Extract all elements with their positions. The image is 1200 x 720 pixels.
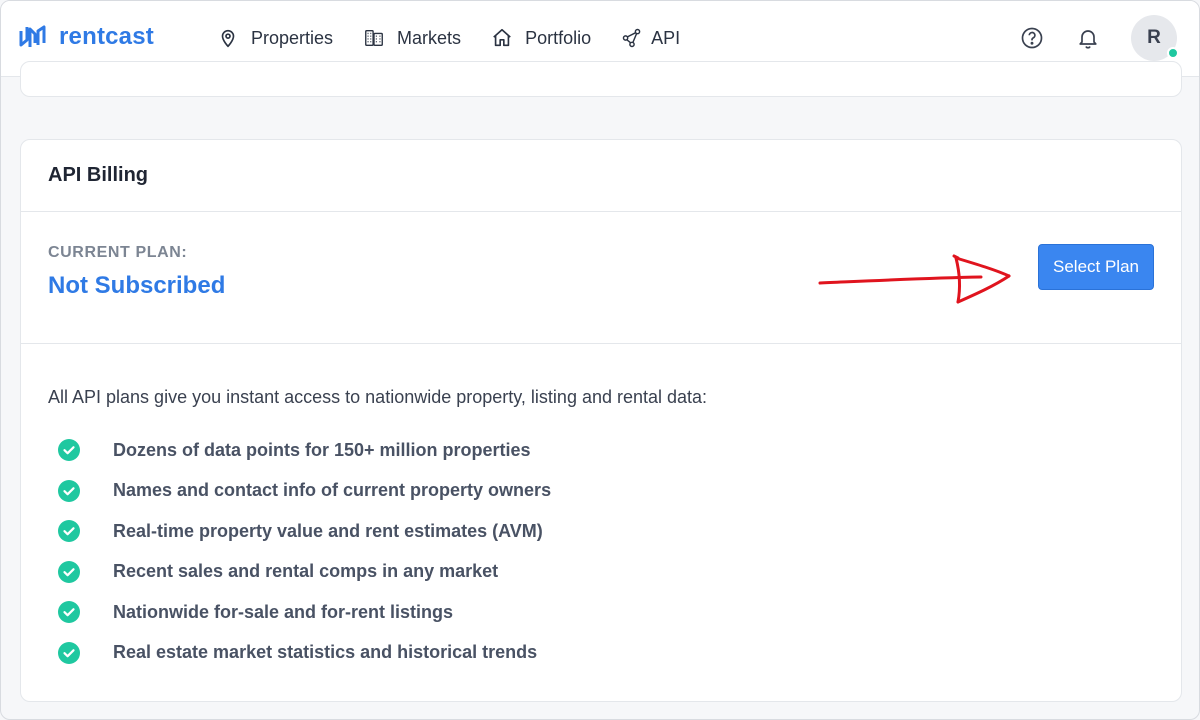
feature-list: Dozens of data points for 150+ million p… xyxy=(48,430,1181,673)
brand-logo-link[interactable]: rentcast xyxy=(19,23,154,51)
help-button[interactable] xyxy=(1019,25,1045,51)
check-circle-icon xyxy=(58,560,80,583)
map-pin-icon xyxy=(221,29,235,48)
feature-text: Recent sales and rental comps in any mar… xyxy=(113,561,499,582)
nav-item-markets[interactable]: Markets xyxy=(363,25,461,51)
list-item: Nationwide for-sale and for-rent listing… xyxy=(48,592,1181,633)
main-nav: Properties Markets Portfolio API xyxy=(217,25,710,51)
check-circle-icon xyxy=(58,601,80,624)
nav-label-api: API xyxy=(651,28,681,48)
online-status-dot xyxy=(1167,47,1179,59)
nav-label-properties: Properties xyxy=(251,28,334,48)
feature-text: Nationwide for-sale and for-rent listing… xyxy=(113,601,454,622)
features-intro: All API plans give you instant access to… xyxy=(48,387,708,407)
current-plan-row: CURRENT PLAN: Not Subscribed Select Plan xyxy=(21,212,1181,344)
features-section: All API plans give you instant access to… xyxy=(21,344,1181,673)
share-nodes-icon xyxy=(622,28,641,48)
card-title: API Billing xyxy=(48,164,148,186)
check-circle-icon xyxy=(58,641,80,664)
nav-item-api[interactable]: API xyxy=(621,25,680,51)
feature-text: Names and contact info of current proper… xyxy=(113,480,552,501)
check-circle-icon xyxy=(58,439,80,462)
avatar-initial: R xyxy=(1147,27,1161,48)
user-avatar[interactable]: R xyxy=(1131,15,1179,61)
list-item: Real estate market statistics and histor… xyxy=(48,633,1181,674)
nav-item-properties[interactable]: Properties xyxy=(217,25,333,51)
home-icon xyxy=(493,28,511,47)
select-plan-button[interactable]: Select Plan xyxy=(1038,244,1154,290)
list-item: Recent sales and rental comps in any mar… xyxy=(48,552,1181,593)
check-circle-icon xyxy=(58,479,80,502)
feature-text: Real-time property value and rent estima… xyxy=(113,520,543,541)
feature-text: Dozens of data points for 150+ million p… xyxy=(113,439,531,460)
app-window: rentcast Properties Markets Portfolio AP… xyxy=(0,0,1200,720)
previous-card xyxy=(20,61,1182,97)
card-header: API Billing xyxy=(21,140,1181,212)
brand-name: rentcast xyxy=(59,23,154,50)
api-billing-card: API Billing CURRENT PLAN: Not Subscribed… xyxy=(20,139,1182,702)
nav-label-markets: Markets xyxy=(397,28,462,48)
nav-label-portfolio: Portfolio xyxy=(525,28,592,48)
hand-drawn-arrow-annotation xyxy=(818,254,1011,304)
notifications-button[interactable] xyxy=(1075,25,1101,51)
list-item: Dozens of data points for 150+ million p… xyxy=(48,430,1181,471)
buildings-icon xyxy=(365,29,383,47)
feature-text: Real estate market statistics and histor… xyxy=(113,642,538,663)
rentcast-logo-icon xyxy=(19,25,46,47)
nav-item-portfolio[interactable]: Portfolio xyxy=(491,25,591,51)
bell-icon xyxy=(1079,30,1097,49)
current-plan-value: Not Subscribed xyxy=(48,272,226,299)
list-item: Real-time property value and rent estima… xyxy=(48,511,1181,552)
help-circle-icon xyxy=(1021,27,1043,49)
header-tools: R xyxy=(1019,15,1179,61)
check-circle-icon xyxy=(58,520,80,543)
list-item: Names and contact info of current proper… xyxy=(48,471,1181,512)
current-plan-label: CURRENT PLAN: xyxy=(48,244,188,261)
